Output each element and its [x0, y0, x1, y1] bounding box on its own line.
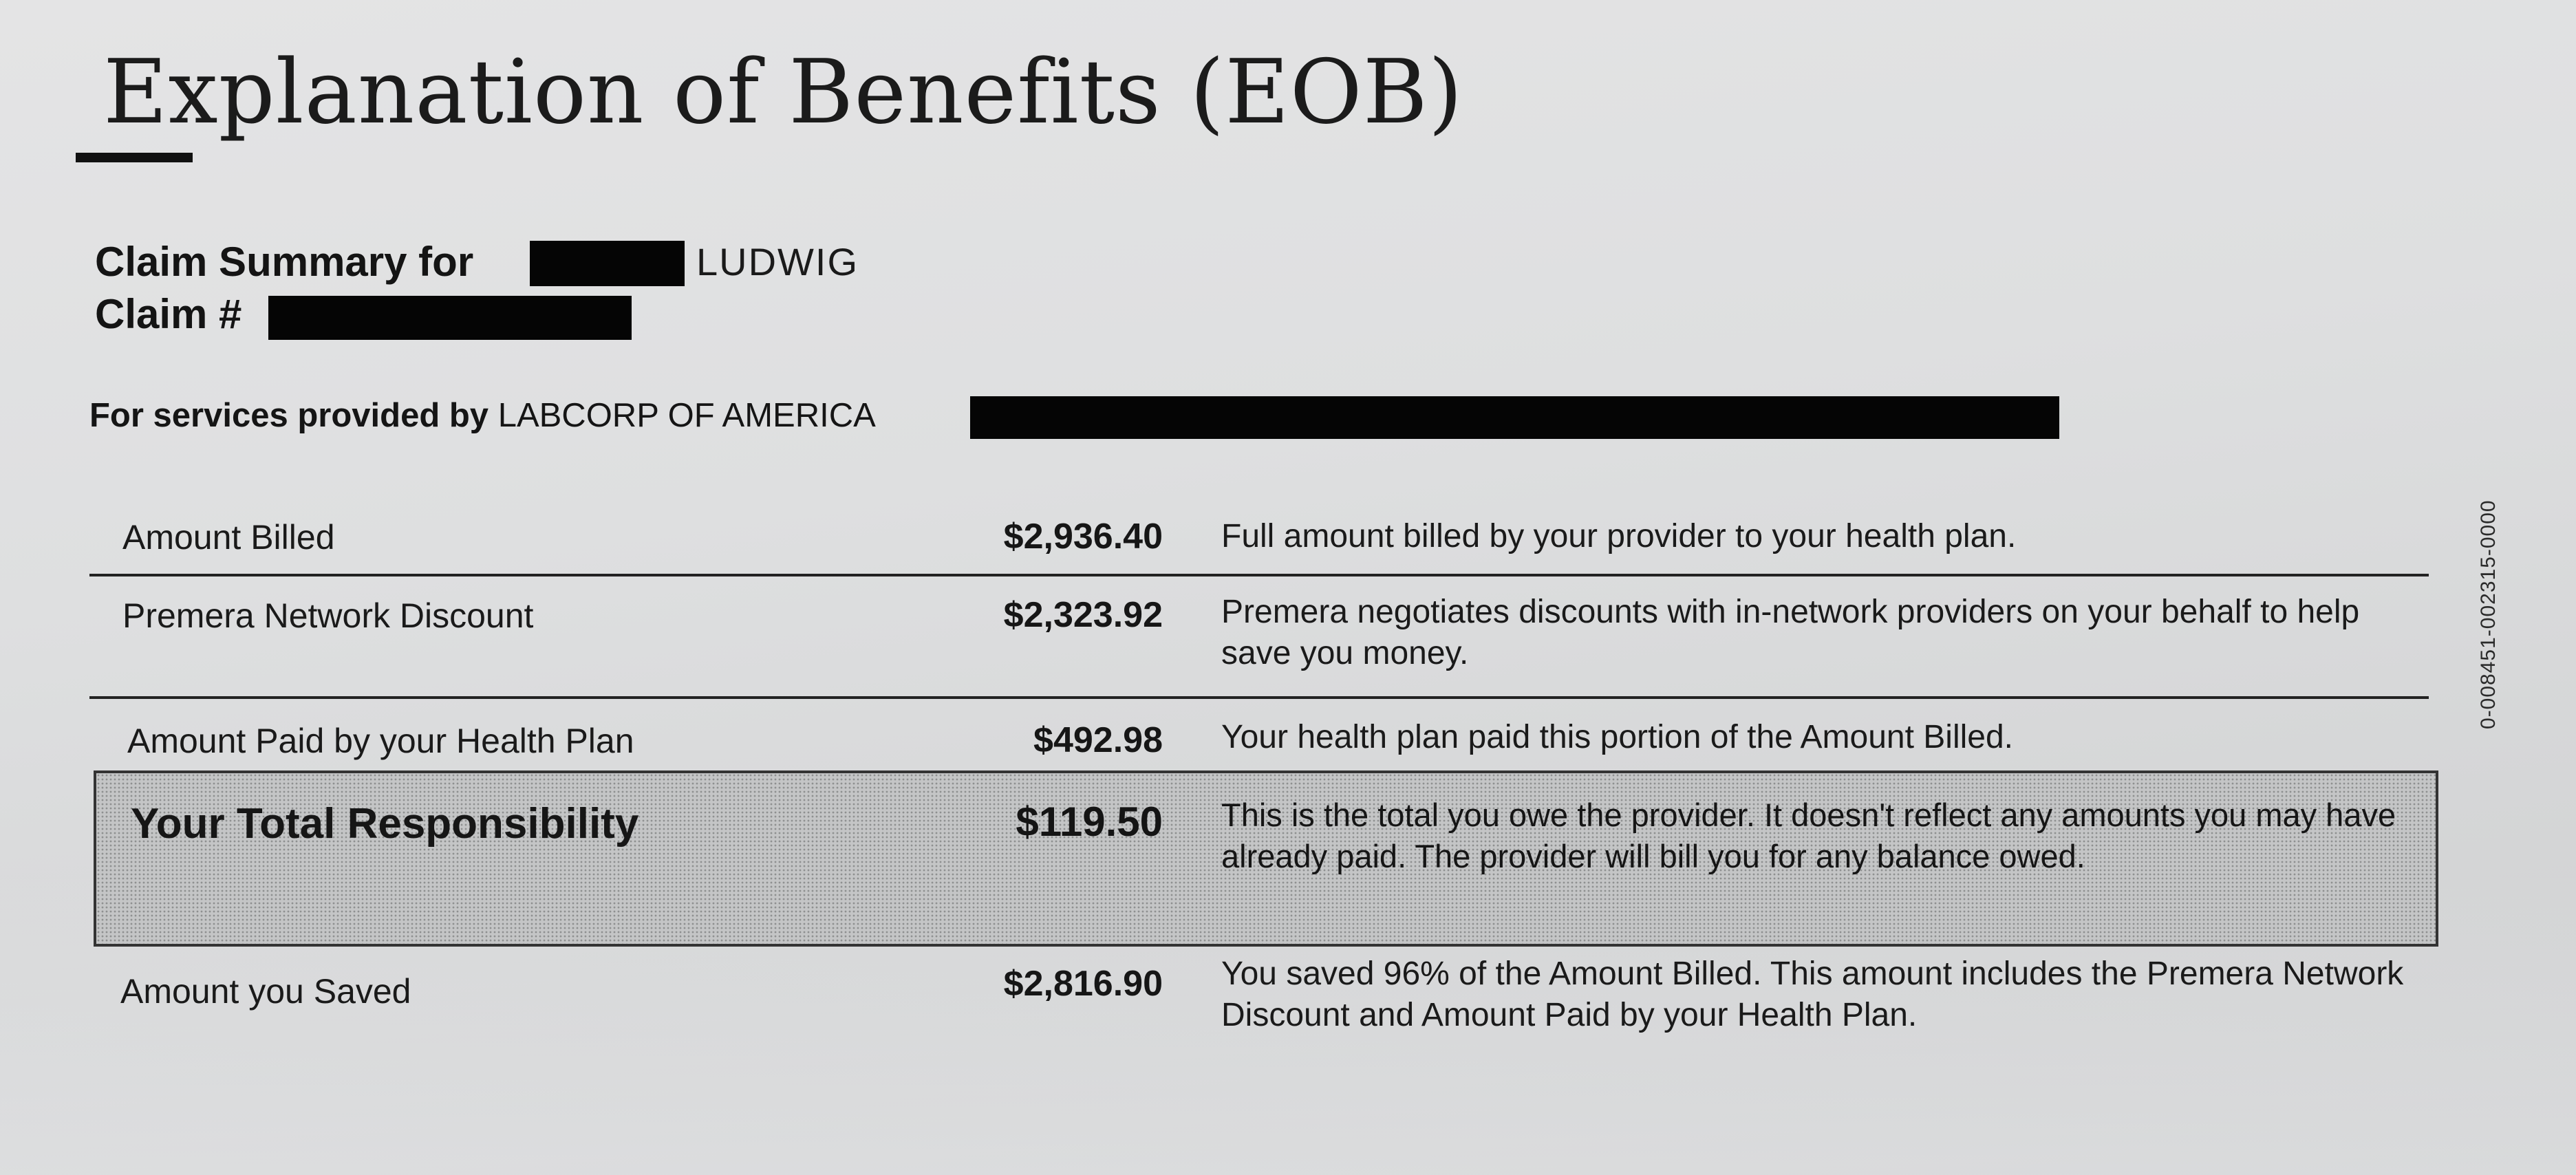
document-side-code: 0-008451-002315-0000 — [2477, 499, 2500, 729]
total-responsibility-desc: This is the total you owe the provider. … — [1221, 797, 2396, 874]
total-responsibility-label: Your Total Responsibility — [131, 800, 639, 848]
total-responsibility-amount: $119.50 — [1016, 799, 1163, 845]
row-label-amount-saved: Amount you Saved — [120, 972, 411, 1011]
row-amount-plan-paid: $492.98 — [1033, 720, 1163, 760]
redaction-bar-name — [530, 241, 685, 286]
row-desc-amount-saved: You saved 96% of the Amount Billed. This… — [1221, 956, 2404, 1033]
row-amount-network-discount: $2,323.92 — [1003, 595, 1163, 635]
redaction-bar-claim-number — [268, 296, 632, 340]
redaction-bar-provider — [970, 396, 2059, 439]
document-title: Explanation of Benefits (EOB) — [103, 41, 1463, 144]
claim-number-label: Claim # — [95, 291, 242, 337]
row-label-plan-paid: Amount Paid by your Health Plan — [127, 722, 634, 760]
provider-name: LABCORP OF AMERICA — [497, 397, 876, 434]
claim-name-suffix: LUDWIG — [696, 240, 859, 283]
row-desc-plan-paid: Your health plan paid this portion of th… — [1221, 719, 2014, 755]
row-label-amount-billed: Amount Billed — [122, 518, 335, 557]
row-desc-network-discount: Premera negotiates discounts with in-net… — [1221, 594, 2360, 671]
services-line: For services provided by LABCORP OF AMER… — [89, 396, 876, 435]
claim-summary-label: Claim Summary for — [95, 239, 474, 285]
title-underline — [76, 153, 193, 162]
row-desc-amount-billed: Full amount billed by your provider to y… — [1221, 518, 2017, 554]
row-divider — [89, 696, 2429, 699]
row-divider — [89, 574, 2429, 576]
services-label: For services provided by — [89, 397, 489, 434]
row-label-network-discount: Premera Network Discount — [122, 596, 534, 635]
row-amount-amount-saved: $2,816.90 — [1003, 964, 1163, 1004]
row-amount-amount-billed: $2,936.40 — [1003, 517, 1163, 557]
